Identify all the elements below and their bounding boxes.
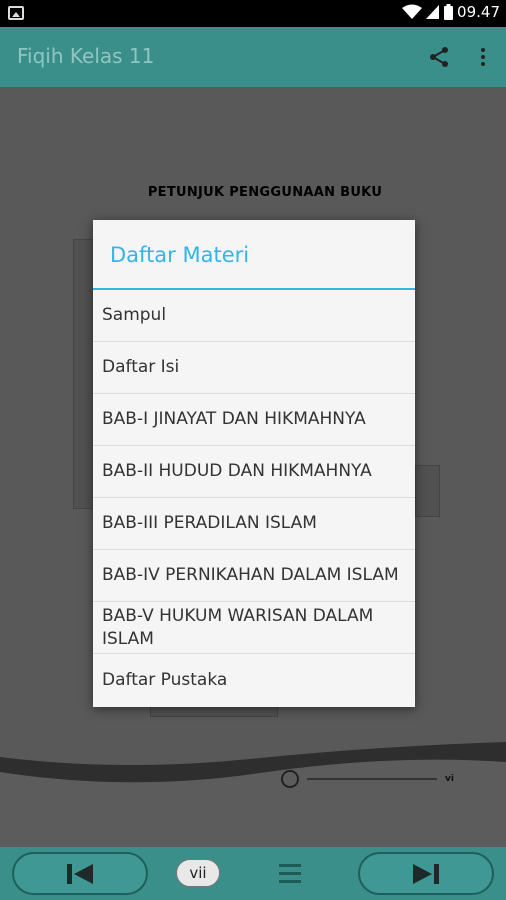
status-bar: 09.47 — [0, 0, 506, 27]
bottom-nav-bar: vii — [0, 847, 506, 900]
dialog-list: Sampul Daftar Isi BAB-I JINAYAT DAN HIKM… — [93, 290, 415, 706]
image-icon — [8, 6, 24, 20]
page-footer: vi — [281, 770, 454, 788]
list-item-daftar-isi[interactable]: Daftar Isi — [93, 342, 415, 394]
next-page-button[interactable] — [358, 852, 494, 895]
page-wave-graphic — [0, 742, 506, 847]
wifi-icon — [402, 4, 423, 19]
list-item-sampul[interactable]: Sampul — [93, 290, 415, 342]
list-item-bab-1[interactable]: BAB-I JINAYAT DAN HIKMAHNYA — [93, 394, 415, 446]
more-vert-icon[interactable] — [476, 46, 490, 68]
page-graphic — [415, 465, 440, 517]
skip-previous-icon — [67, 863, 93, 884]
list-item-daftar-pustaka[interactable]: Daftar Pustaka — [93, 654, 415, 706]
skip-next-icon — [413, 863, 439, 884]
dialog-title: Daftar Materi — [93, 220, 415, 290]
share-icon[interactable] — [428, 46, 450, 68]
signal-icon — [426, 5, 440, 19]
list-item-bab-4[interactable]: BAB-IV PERNIKAHAN DALAM ISLAM — [93, 550, 415, 602]
app-title: Fiqih Kelas 11 — [17, 44, 155, 68]
battery-icon — [444, 4, 454, 20]
page-heading: PETUNJUK PENGGUNAAN BUKU — [147, 185, 383, 200]
page-graphic — [73, 239, 95, 509]
daftar-materi-dialog: Daftar Materi Sampul Daftar Isi BAB-I JI… — [93, 220, 415, 707]
previous-page-button[interactable] — [12, 852, 148, 895]
app-bar: Fiqih Kelas 11 — [0, 27, 506, 87]
list-item-bab-3[interactable]: BAB-III PERADILAN ISLAM — [93, 498, 415, 550]
status-time: 09.47 — [457, 3, 500, 21]
page-number: vi — [445, 774, 454, 784]
menu-icon[interactable] — [279, 861, 301, 887]
book-icon — [281, 770, 299, 788]
list-item-bab-2[interactable]: BAB-II HUDUD DAN HIKMAHNYA — [93, 446, 415, 498]
list-item-bab-5[interactable]: BAB-V HUKUM WARISAN DALAM ISLAM — [93, 602, 415, 654]
page-indicator[interactable]: vii — [176, 859, 220, 887]
